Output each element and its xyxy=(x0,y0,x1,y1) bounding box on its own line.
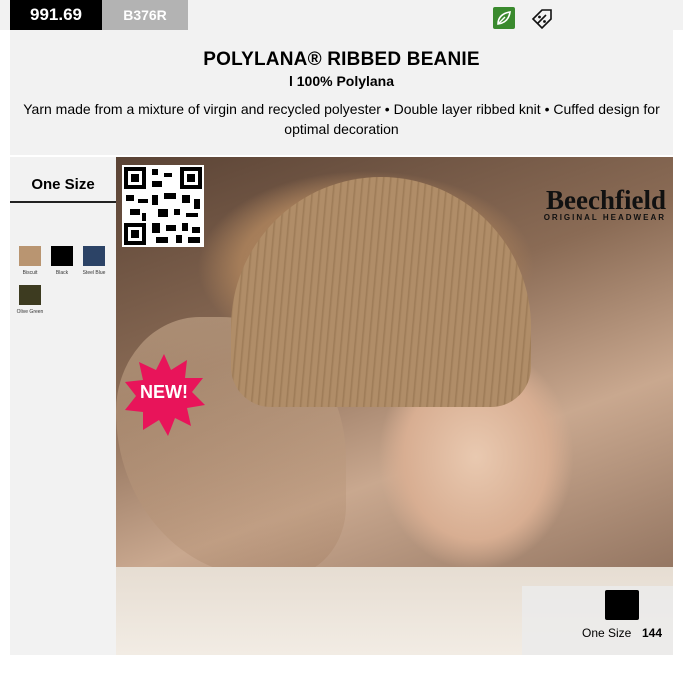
brand-name: Beechfield xyxy=(546,185,666,215)
qr-code[interactable] xyxy=(122,165,204,247)
color-swatch-biscuit[interactable] xyxy=(19,246,41,266)
product-title: POLYLANA® RIBBED BEANIE xyxy=(203,49,480,70)
product-description: Yarn made from a mixture of virgin and r… xyxy=(23,101,660,137)
product-header: POLYLANA® RIBBED BEANIE l 100% Polylana … xyxy=(10,30,673,155)
brand-logo: Beechfield ORIGINAL HEADWEAR xyxy=(516,185,666,223)
product-photo: Beechfield ORIGINAL HEADWEAR NEW! One Si… xyxy=(116,157,673,655)
sku-code: B376R xyxy=(102,0,188,30)
photo-beanie xyxy=(231,177,531,407)
color-swatch-black[interactable] xyxy=(51,246,73,266)
size-divider xyxy=(10,201,116,203)
size-label: One Size xyxy=(31,176,95,193)
beanie-icon xyxy=(605,590,639,620)
stock-panel: One Size 144 xyxy=(522,586,673,655)
brand-tagline: ORIGINAL HEADWEAR xyxy=(543,213,666,222)
new-badge-text: NEW! xyxy=(140,382,188,402)
color-swatch-steel-blue[interactable] xyxy=(83,246,105,266)
stock-size-label: One Size xyxy=(582,626,632,640)
size-color-sidebar: One Size Biscuit Black Steel Blue Olive … xyxy=(10,157,116,655)
color-label-olive-green: Olive Green xyxy=(16,309,44,315)
stock-quantity: 144 xyxy=(642,626,663,640)
product-subtitle: l 100% Polylana xyxy=(288,73,395,89)
catalog-code: 991.69 xyxy=(10,0,102,30)
recycled-leaf-icon xyxy=(493,7,515,29)
color-label-steel-blue: Steel Blue xyxy=(82,270,106,276)
color-swatch-olive-green[interactable] xyxy=(19,285,41,305)
percent-tag-icon xyxy=(530,7,554,31)
new-badge: NEW! xyxy=(121,352,207,438)
